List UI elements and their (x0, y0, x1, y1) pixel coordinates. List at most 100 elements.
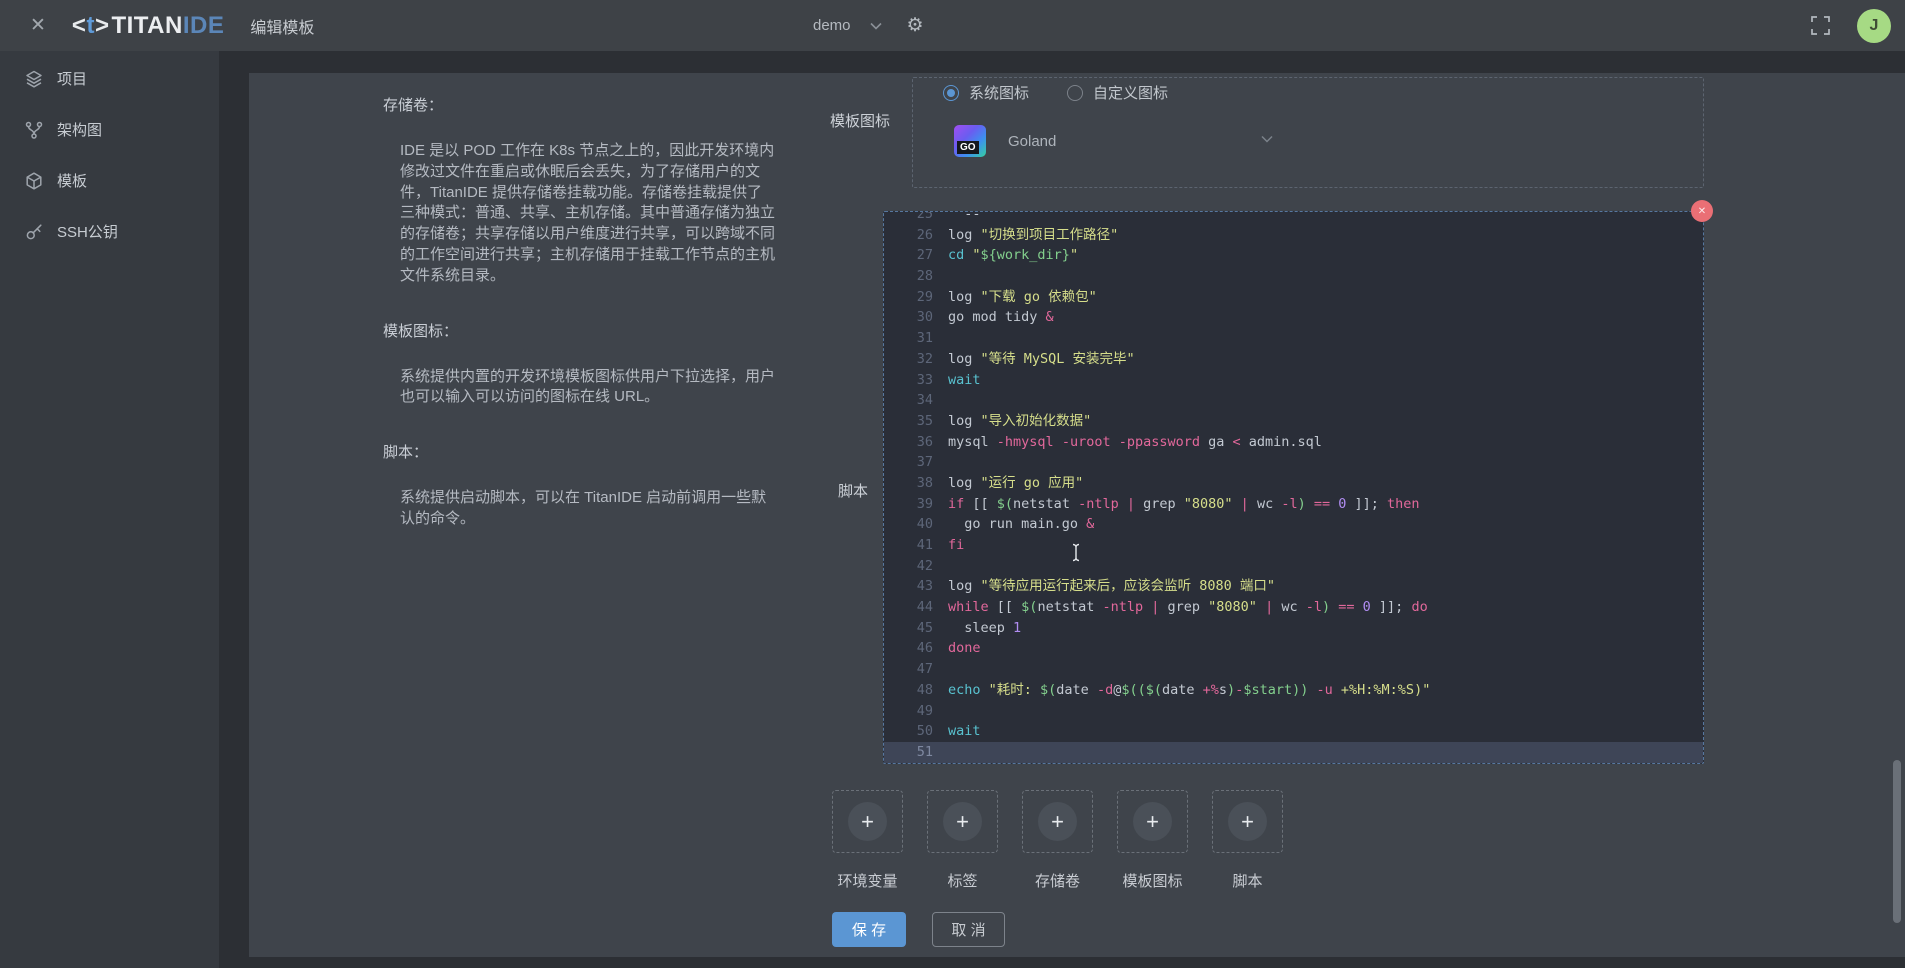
code-line: 44 while [[ $(netstat -ntlp | grep "8080"… (884, 597, 1703, 618)
code-line: 36mysql -hmysql -uroot -ppassword ga < a… (884, 432, 1703, 453)
icon-type-radio-group: 系统图标 自定义图标 (943, 82, 1206, 103)
sidebar-item-项目[interactable]: 项目 (0, 53, 219, 104)
line-number: 44 (884, 597, 933, 618)
code-text: log "等待应用运行起来后，应该会监听 8080 端口" (948, 576, 1275, 597)
chevron-down-icon[interactable] (869, 21, 883, 31)
line-number: 42 (884, 556, 933, 577)
template-icon-field-label: 模板图标 (830, 110, 890, 131)
code-line: 42 (884, 556, 1703, 577)
code-line: 49 (884, 701, 1703, 722)
add-section-label: 存储卷 (1035, 870, 1080, 891)
radio-system-icon-label[interactable]: 系统图标 (969, 82, 1029, 103)
add-section-label: 脚本 (1232, 870, 1262, 891)
code-line: 34 (884, 390, 1703, 411)
code-line: 46done (884, 638, 1703, 659)
save-button[interactable]: 保 存 (832, 912, 906, 947)
add-section-block: + 脚本 (1212, 790, 1283, 891)
line-number: 38 (884, 473, 933, 494)
template-icon-section: 系统图标 自定义图标 GO Goland (912, 77, 1704, 188)
doc-section-title: 存储卷： (383, 94, 785, 115)
code-text: mysql -hmysql -uroot -ppassword ga < adm… (948, 432, 1322, 453)
plus-icon: + (1133, 802, 1172, 841)
radio-custom-icon[interactable] (1067, 85, 1083, 101)
line-number: 50 (884, 721, 933, 742)
add-section-label: 模板图标 (1122, 870, 1182, 891)
code-line: 28 (884, 266, 1703, 287)
line-number: 37 (884, 452, 933, 473)
line-number: 31 (884, 328, 933, 349)
line-number: 45 (884, 618, 933, 639)
vertical-scrollbar[interactable] (1893, 760, 1901, 923)
plus-icon: + (848, 802, 887, 841)
sidebar-item-模板[interactable]: 模板 (0, 155, 219, 206)
code-text: log "导入初始化数据" (948, 411, 1091, 432)
cancel-button[interactable]: 取 消 (932, 912, 1005, 947)
sidebar-item-架构图[interactable]: 架构图 (0, 104, 219, 155)
code-text: go mod tidy & (948, 307, 1054, 328)
top-bar: ✕ <t>TITANIDE 编辑模板 demo ⚙ J (0, 0, 1905, 51)
code-line: 45 sleep 1 (884, 618, 1703, 639)
sidebar-item-label: 项目 (57, 68, 87, 89)
code-line: 38log "运行 go 应用" (884, 473, 1703, 494)
fullscreen-icon[interactable] (1810, 15, 1831, 36)
line-number: 34 (884, 390, 933, 411)
code-text: wait (948, 721, 981, 742)
project-switcher: demo ⚙ (813, 0, 924, 51)
doc-section-body: 系统提供启动脚本，可以在 TitanIDE 启动前调用一些默认的命令。 (400, 488, 776, 530)
add-模板图标-button[interactable]: + (1117, 790, 1188, 853)
help-docs: 存储卷： IDE 是以 POD 工作在 K8s 节点之上的，因此开发环境内修改过文… (383, 94, 785, 563)
code-text: while [[ $(netstat -ntlp | grep "8080" |… (948, 597, 1428, 618)
code-text: if [[ $(netstat -ntlp | grep "8080" | wc… (948, 494, 1420, 515)
project-name[interactable]: demo (813, 17, 851, 34)
line-number: 43 (884, 576, 933, 597)
line-number: 29 (884, 287, 933, 308)
add-section-block: + 模板图标 (1117, 790, 1188, 891)
script-field-label: 脚本 (838, 480, 868, 501)
add-脚本-button[interactable]: + (1212, 790, 1283, 853)
edit-template-panel: 存储卷： IDE 是以 POD 工作在 K8s 节点之上的，因此开发环境内修改过文… (249, 73, 1905, 957)
code-line: 37 (884, 452, 1703, 473)
titanide-edit-template-screen: ✕ <t>TITANIDE 编辑模板 demo ⚙ J 项目架构图模板 SSH公钥… (0, 0, 1905, 968)
line-number: 26 (884, 225, 933, 246)
sidebar-item-SSH公钥[interactable]: SSH公钥 (0, 206, 219, 257)
avatar[interactable]: J (1857, 9, 1891, 43)
chevron-down-icon[interactable] (1260, 134, 1274, 144)
add-环境变量-button[interactable]: + (832, 790, 903, 853)
add-section-label: 标签 (947, 870, 977, 891)
code-line: 29 log "下载 go 依赖包" (884, 287, 1703, 308)
goland-icon: GO (954, 125, 986, 157)
close-icon[interactable]: ✕ (30, 16, 46, 35)
code-text: log "下载 go 依赖包" (948, 287, 1097, 308)
icon-select[interactable]: GO Goland (954, 123, 1274, 159)
code-text: sleep 1 (948, 618, 1021, 639)
line-number: 41 (884, 535, 933, 556)
code-line: 32log "等待 MySQL 安装完毕" (884, 349, 1703, 370)
doc-section-body: IDE 是以 POD 工作在 K8s 节点之上的，因此开发环境内修改过文件在重启… (400, 141, 776, 287)
cube-icon (24, 171, 44, 191)
architecture-icon (24, 120, 44, 140)
remove-script-section-button[interactable]: ✕ (1691, 200, 1713, 222)
add-存储卷-button[interactable]: + (1022, 790, 1093, 853)
code-text: cd "${work_dir}" (948, 245, 1078, 266)
radio-system-icon[interactable] (943, 85, 959, 101)
line-number: 33 (884, 370, 933, 391)
script-editor[interactable]: 25 --26log "切换到项目工作路径"27cd "${work_dir}"… (883, 211, 1704, 764)
code-text: log "切换到项目工作路径" (948, 225, 1118, 246)
line-number: 27 (884, 245, 933, 266)
radio-custom-icon-label[interactable]: 自定义图标 (1093, 82, 1168, 103)
add-section-buttons: +环境变量+标签+存储卷+模板图标+脚本 (832, 790, 1307, 891)
code-text: log "等待 MySQL 安装完毕" (948, 349, 1135, 370)
doc-section-body: 系统提供内置的开发环境模板图标供用户下拉选择，用户也可以输入可以访问的图标在线 … (400, 367, 776, 409)
add-标签-button[interactable]: + (927, 790, 998, 853)
code-text: wait (948, 370, 981, 391)
line-number: 28 (884, 266, 933, 287)
logo-bracket-close: > (95, 12, 110, 39)
plus-icon: + (943, 802, 982, 841)
gear-icon[interactable]: ⚙ (907, 16, 924, 35)
doc-section-title: 模板图标： (383, 320, 785, 341)
add-section-block: + 存储卷 (1022, 790, 1093, 891)
code-text: echo "耗时: $(date -d@$(($(date +%s)-$star… (948, 680, 1430, 701)
line-number: 25 (884, 211, 933, 225)
key-icon (24, 222, 44, 242)
sidebar-item-label: 模板 (57, 170, 87, 191)
